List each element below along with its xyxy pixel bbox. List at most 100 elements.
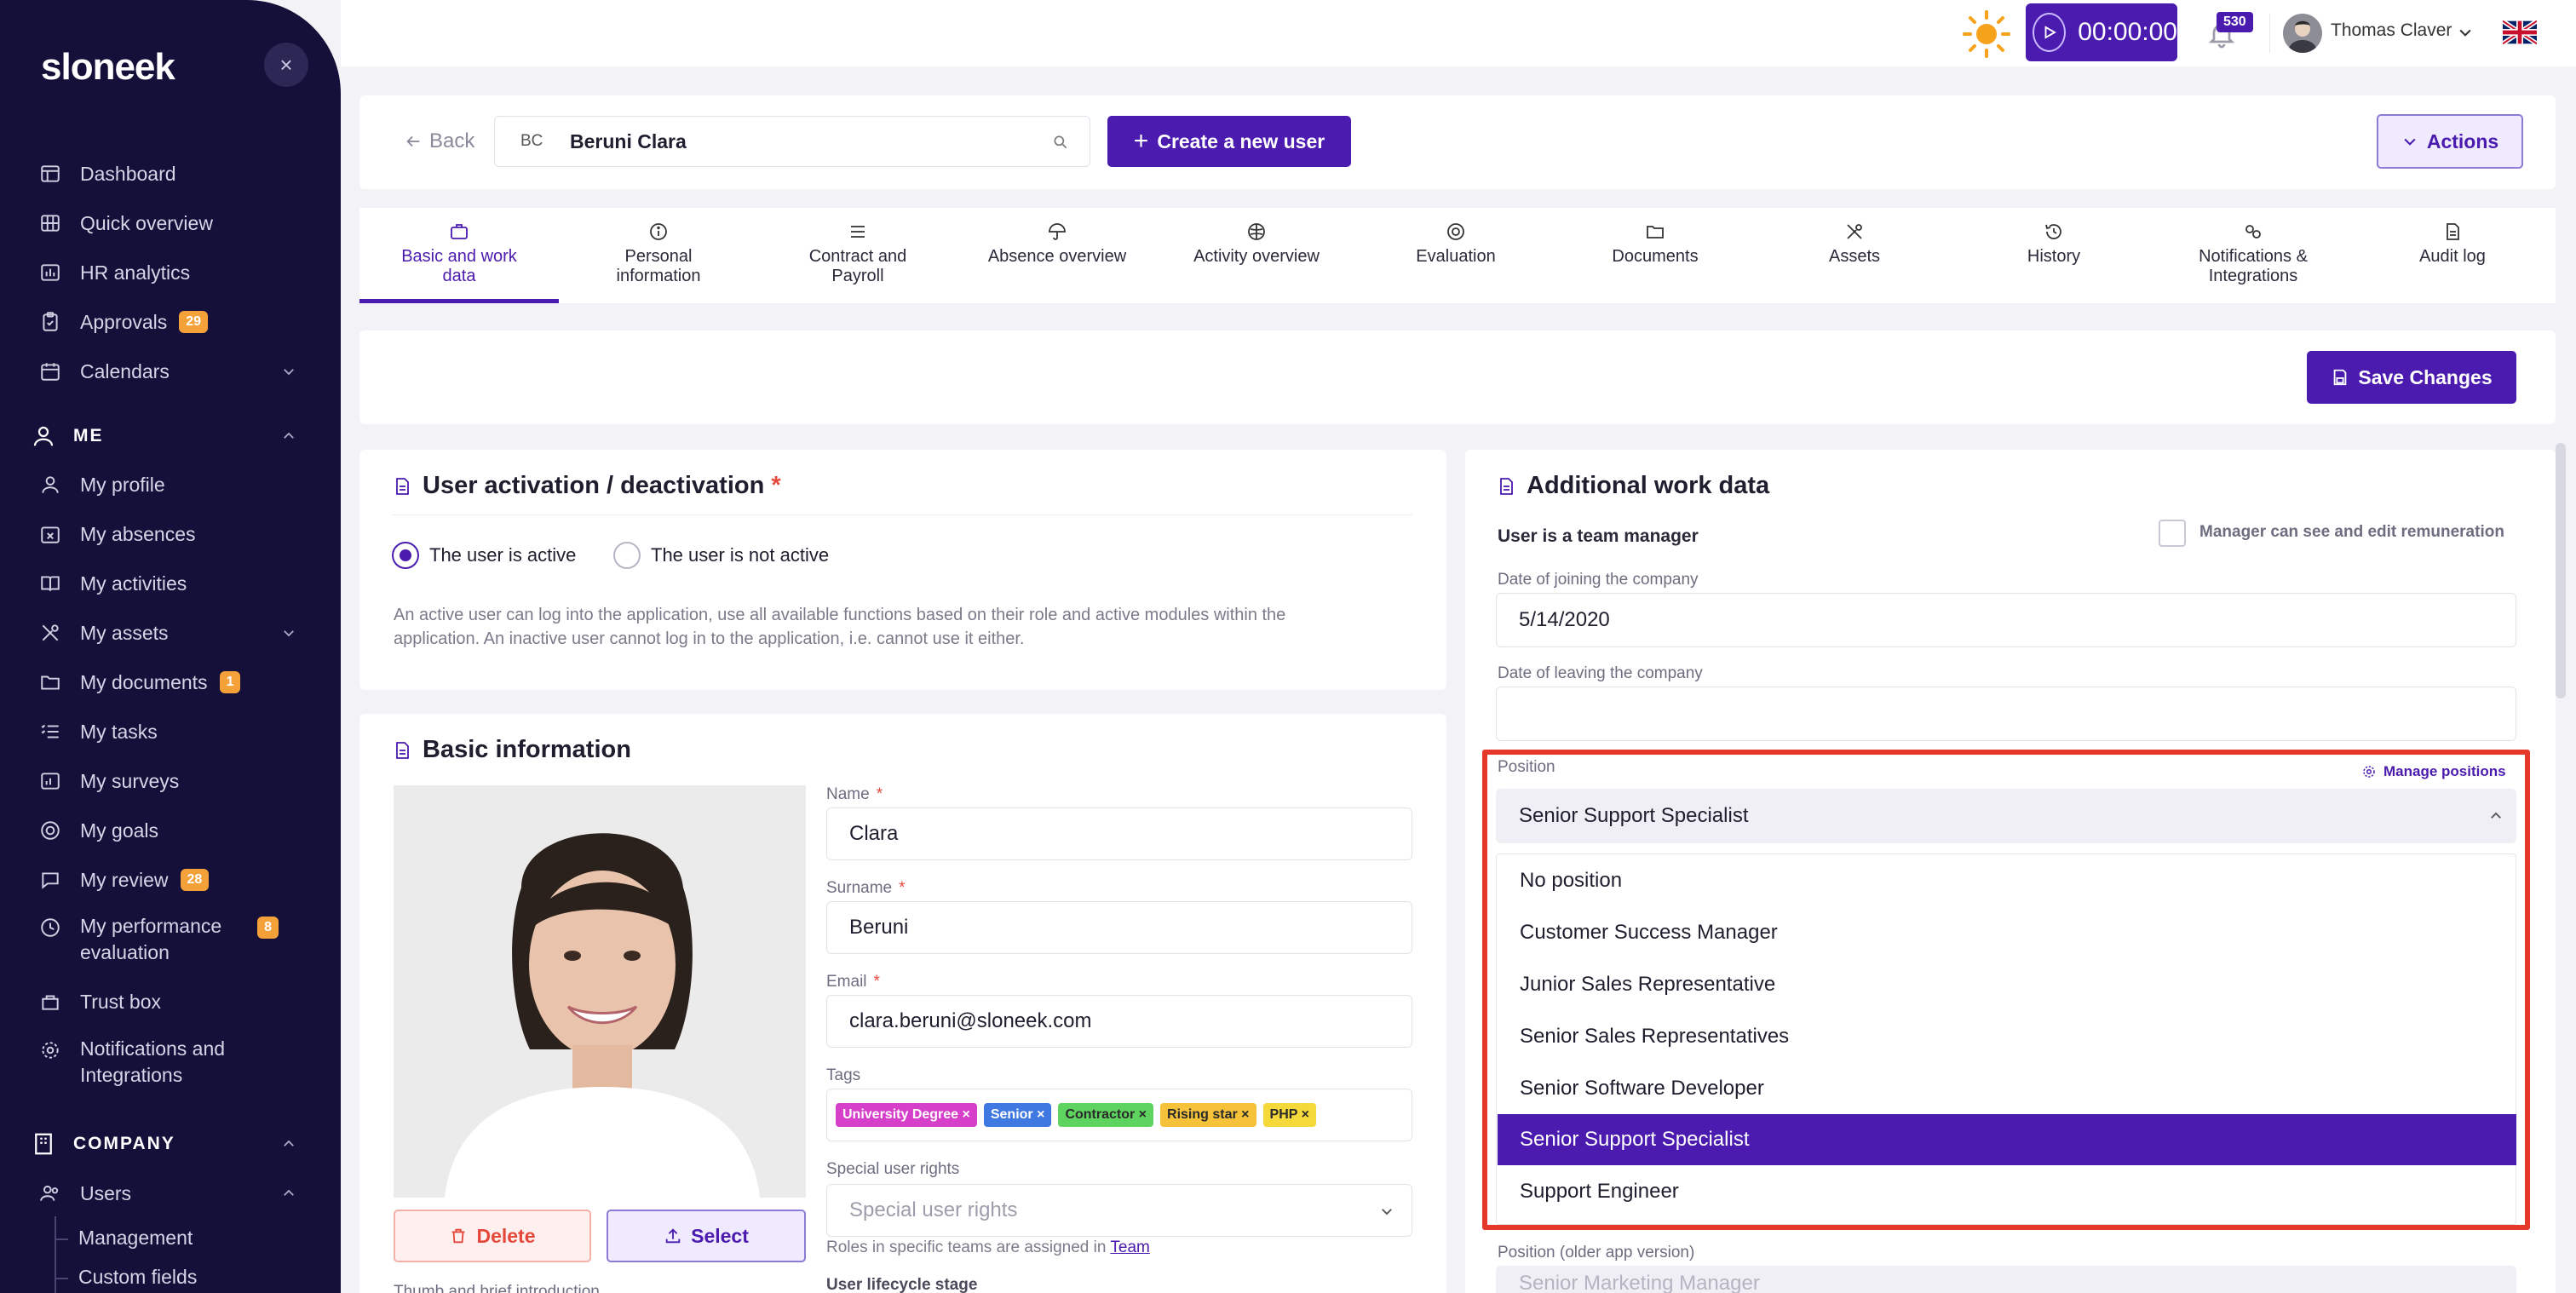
manager-remuneration-checkbox[interactable] <box>2159 520 2186 547</box>
sidebar-item-trust-box[interactable]: Trust box <box>39 985 161 1019</box>
tab-notifications-integrations[interactable]: Notifications & Integrations <box>2153 208 2353 303</box>
tab-contract-payroll[interactable]: Contract and Payroll <box>758 208 957 303</box>
remove-tag-icon[interactable]: × <box>1238 1107 1249 1122</box>
goal-icon <box>41 821 60 840</box>
lifecycle-label: User lifecycle stage <box>826 1276 978 1293</box>
sidebar-item-my-absences[interactable]: My absences <box>39 517 196 551</box>
chevron-up-icon[interactable] <box>281 428 296 444</box>
email-input[interactable]: clara.beruni@sloneek.com <box>826 995 1412 1048</box>
sidebar-item-my-review[interactable]: My review 28 <box>39 863 210 897</box>
tab-evaluation[interactable]: Evaluation <box>1356 208 1555 303</box>
create-user-button[interactable]: + Create a new user <box>1107 116 1351 167</box>
sidebar-item-quick-overview[interactable]: Quick overview <box>39 206 213 240</box>
timer-value: 00:00:00 <box>2078 18 2177 46</box>
tab-personal-information[interactable]: Personal information <box>559 208 758 303</box>
sidebar-item-hr-analytics[interactable]: HR analytics <box>39 256 190 290</box>
sun-icon[interactable] <box>1961 9 2012 60</box>
tab-history[interactable]: History <box>1954 208 2153 303</box>
sidebar-item-my-goals[interactable]: My goals <box>39 813 158 848</box>
remove-tag-icon[interactable]: × <box>1297 1107 1309 1122</box>
sidebar-item-my-performance[interactable]: My performance evaluation 8 <box>39 913 279 968</box>
sidebar-item-management[interactable]: Management <box>78 1227 193 1250</box>
additional-title: Additional work data <box>1496 472 1769 500</box>
radio-button[interactable] <box>613 542 641 569</box>
tags-label: Tags <box>826 1066 861 1084</box>
chevron-down-icon[interactable] <box>281 625 296 641</box>
tab-audit-log[interactable]: Audit log <box>2353 208 2552 303</box>
sidebar-item-dashboard[interactable]: Dashboard <box>39 157 176 191</box>
surname-label: Surname * <box>826 879 906 897</box>
scrollbar[interactable] <box>2556 443 2566 698</box>
section-me[interactable]: ME <box>31 419 104 453</box>
tab-basic-work-data[interactable]: Basic and work data <box>359 208 559 303</box>
tag-chip[interactable]: University Degree × <box>836 1103 977 1127</box>
close-icon: × <box>279 51 293 78</box>
chevron-down-icon[interactable] <box>281 364 296 379</box>
chevron-up-icon[interactable] <box>281 1136 296 1152</box>
sidebar-item-my-surveys[interactable]: My surveys <box>39 764 179 798</box>
radio-button[interactable] <box>392 542 419 569</box>
sidebar-item-calendars[interactable]: Calendars <box>39 354 170 388</box>
section-company[interactable]: COMPANY <box>31 1127 175 1161</box>
manager-remuneration-label: Manager can see and edit remuneration <box>2199 523 2504 541</box>
close-sidebar-button[interactable]: × <box>264 43 308 87</box>
activity-icon <box>1248 223 1265 240</box>
user-name[interactable]: Thomas Claver <box>2331 20 2452 41</box>
chevron-down-icon[interactable] <box>2457 24 2474 41</box>
tab-activity-overview[interactable]: Activity overview <box>1157 208 1356 303</box>
leave-date-input[interactable] <box>1496 687 2516 741</box>
remove-tag-icon[interactable]: × <box>1135 1107 1147 1122</box>
back-button[interactable]: Back <box>404 129 474 153</box>
uk-flag-icon[interactable] <box>2503 20 2537 44</box>
user-search-input[interactable]: BC Beruni Clara <box>494 116 1090 167</box>
sidebar-item-users[interactable]: Users <box>39 1176 131 1210</box>
activation-description: An active user can log into the applicat… <box>394 606 1286 648</box>
tab-documents[interactable]: Documents <box>1555 208 1755 303</box>
sidebar-item-approvals[interactable]: Approvals 29 <box>39 305 209 339</box>
actions-button[interactable]: Actions <box>2377 114 2523 169</box>
sidebar-item-my-tasks[interactable]: My tasks <box>39 715 158 749</box>
save-bar <box>359 330 2556 424</box>
sidebar-item-my-assets[interactable]: My assets <box>39 616 169 650</box>
radio-user-active[interactable]: The user is active <box>392 542 576 569</box>
sidebar-item-custom-fields[interactable]: Custom fields <box>78 1266 197 1289</box>
document-icon <box>1500 477 1513 495</box>
radio-user-inactive[interactable]: The user is not active <box>613 542 829 569</box>
highlight-frame <box>1482 750 2530 1230</box>
arrow-left-icon <box>406 135 420 147</box>
tag-chip[interactable]: PHP × <box>1262 1103 1316 1127</box>
surname-input[interactable]: Beruni <box>826 901 1412 954</box>
team-link[interactable]: Team <box>1110 1238 1149 1256</box>
chevron-down-icon <box>1382 1209 1392 1215</box>
remove-tag-icon[interactable]: × <box>958 1107 970 1122</box>
plus-icon: + <box>1133 127 1149 155</box>
name-input[interactable]: Clara <box>826 807 1412 860</box>
select-photo-button[interactable]: Select <box>607 1210 806 1262</box>
time-tracker[interactable]: 00:00:00 <box>2026 3 2177 61</box>
info-icon <box>650 223 667 240</box>
sidebar-item-my-activities[interactable]: My activities <box>39 566 187 601</box>
tag-chip[interactable]: Contractor × <box>1058 1103 1154 1127</box>
older-position-input[interactable]: Senior Marketing Manager <box>1496 1266 2516 1293</box>
umbrella-icon <box>1049 223 1066 240</box>
special-rights-select[interactable]: Special user rights <box>826 1184 1412 1237</box>
document-icon <box>396 741 409 759</box>
remove-tag-icon[interactable]: × <box>1033 1107 1044 1122</box>
play-icon[interactable] <box>2033 13 2067 52</box>
sidebar-item-notifications[interactable]: Notifications and Integrations <box>39 1036 225 1090</box>
tags-input[interactable]: University Degree × Senior × Contractor × R… <box>826 1089 1412 1141</box>
trash-icon <box>452 1228 465 1244</box>
tag-chip[interactable]: Senior × <box>983 1103 1052 1127</box>
chevron-up-icon[interactable] <box>281 1186 296 1201</box>
delete-photo-button[interactable]: Delete <box>394 1210 591 1262</box>
tab-assets[interactable]: Assets <box>1755 208 1954 303</box>
folder-icon <box>1647 226 1664 238</box>
avatar[interactable] <box>2283 14 2322 53</box>
sidebar-item-my-profile[interactable]: My profile <box>39 468 165 502</box>
profile-photo <box>394 785 806 1198</box>
tag-chip[interactable]: Rising star × <box>1160 1103 1256 1127</box>
join-date-input[interactable]: 5/14/2020 <box>1496 593 2516 647</box>
sidebar-item-my-documents[interactable]: My documents 1 <box>39 665 241 699</box>
tab-absence-overview[interactable]: Absence overview <box>957 208 1157 303</box>
save-changes-button[interactable]: Save Changes <box>2307 351 2516 404</box>
